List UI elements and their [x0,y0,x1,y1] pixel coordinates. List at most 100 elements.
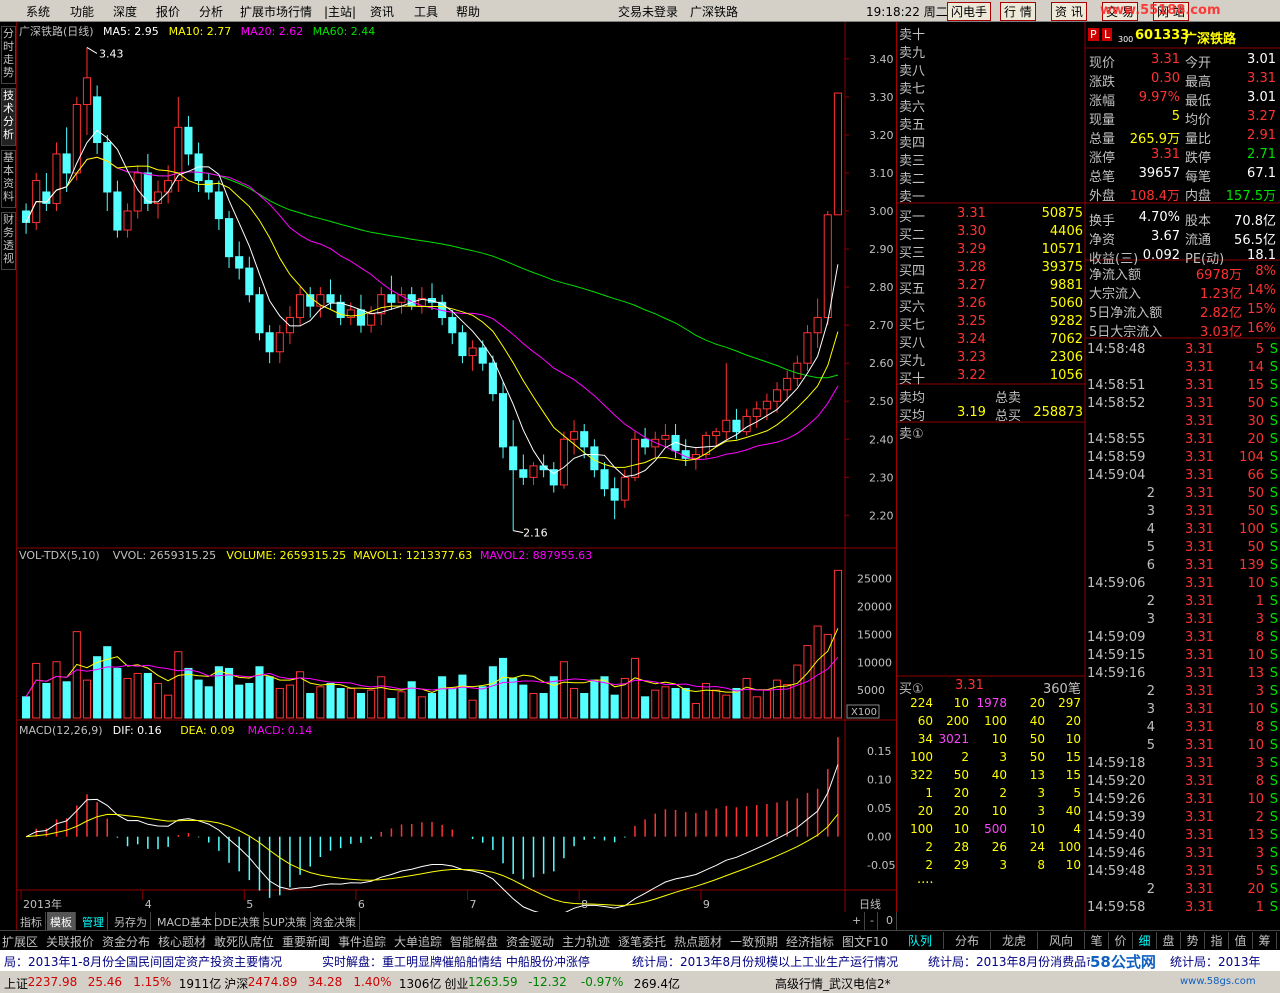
right-tab-3[interactable]: 风向 [1038,932,1085,949]
volume-bar [772,679,782,719]
nav-tab-3[interactable]: 核心题材 [158,933,206,950]
tab-dde[interactable]: DDE决策 [211,912,264,930]
tab-sup[interactable]: SUP决策 [260,912,311,930]
x-axis-label: 7 [470,898,477,911]
info-button[interactable]: 资 讯 [1051,2,1087,21]
volume-bar [458,674,467,719]
candle-down [113,191,122,231]
volume-bar [275,687,284,719]
index-field-5: 沪深 [224,977,249,991]
queue-order: 10 [1029,822,1045,836]
nav-tab-12[interactable]: 热点题材 [674,933,722,950]
detail-tab-3[interactable]: 盘 [1157,932,1181,949]
flow-label: 大宗流入 [1089,287,1142,302]
tab-save-as[interactable]: 另存为 [111,912,151,930]
macd-legend-3: MACD: 0.14 [248,724,313,737]
nav-tab-13[interactable]: 一致预期 [730,933,778,950]
nav-tab-14[interactable]: 经济指标 [786,933,834,950]
kline-chart[interactable]: 广深铁路(日线) MA5: 2.95 MA10: 2.77 MA20: 2.62 MA6… [17,22,897,918]
tick-time: 4 [1146,720,1155,735]
menu-tools[interactable]: 工具 [414,3,438,20]
nav-tab-7[interactable]: 大单追踪 [394,933,442,950]
queue-order: 20 [1065,714,1081,728]
zoom-reset[interactable]: 0 [883,912,897,930]
flash-trade-button[interactable]: 闪电手 [947,2,992,21]
tick-flag: S [1269,342,1278,357]
news-item-2[interactable]: 统计局：2013年8月份规模以上工业生产运行情况 [632,953,898,970]
tab-fundamentals[interactable]: 基本资料 [1,150,16,208]
nav-tab-15[interactable]: 图文F10 [842,933,888,950]
nav-tab-8[interactable]: 智能解盘 [450,933,498,950]
nav-tab-1[interactable]: 关联报价 [46,933,94,950]
nav-tab-10[interactable]: 主力轨迹 [562,933,610,950]
quote-value: 39657 [1138,166,1180,181]
queue-order: 4 [1073,822,1081,836]
detail-tab-5[interactable]: 指 [1205,932,1229,949]
menu-extended-market[interactable]: 扩展市场行情 [240,3,312,20]
menu-system[interactable]: 系统 [26,3,50,20]
tick-time: 14:59:06 [1087,576,1146,591]
nav-tab-2[interactable]: 资金分布 [102,933,150,950]
tab-indicator[interactable]: 指标 [17,912,46,930]
menu-function[interactable]: 功能 [70,3,94,20]
candle-up [783,377,792,391]
detail-tab-0[interactable]: 笔 [1085,932,1109,949]
right-tab-0[interactable]: 队列 [897,932,944,949]
queue-order: 40 [1065,804,1081,818]
menu-quote[interactable]: 报价 [156,3,180,20]
flow-label: 5日大宗流入 [1089,325,1163,340]
nav-tab-0[interactable]: 扩展区 [2,933,38,950]
tick-price: 3.31 [1185,576,1214,591]
tab-template[interactable]: 模板 [47,912,76,930]
tick-price: 3.31 [1185,720,1214,735]
queue-order: 10 [991,804,1007,818]
news-item-1[interactable]: 实时解盘：重工明显牌催船舶情结 中船股份冲涨停 [322,953,590,970]
detail-tab-7[interactable]: 筹 [1253,932,1277,949]
tab-macd-basic[interactable]: MACD基本 [154,912,216,930]
tab-intraday[interactable]: 分时走势 [1,26,16,84]
tab-technical[interactable]: 技术分析 [1,88,16,146]
tab-manage[interactable]: 管理 [79,912,108,930]
menu-news[interactable]: 资讯 [370,3,394,20]
detail-tab-6[interactable]: 值 [1229,932,1253,949]
detail-tab-1[interactable]: 价 [1109,932,1133,949]
detail-tab-2[interactable]: 细 [1133,932,1157,949]
price-tick-label: 2.40 [869,433,894,446]
nav-tab-9[interactable]: 资金驱动 [506,933,554,950]
nav-tab-6[interactable]: 事件追踪 [338,933,386,950]
tick-volume: 30 [1247,414,1264,429]
tab-fund-decision[interactable]: 资金决策 [309,912,360,930]
menu-analysis[interactable]: 分析 [199,3,223,20]
volume-bar [356,692,366,719]
news-item-4[interactable]: 统计局：2013年 [1170,953,1261,970]
zoom-minus[interactable]: - [867,912,878,930]
tick-volume: 10 [1247,576,1264,591]
menu-main-station[interactable]: |主站| [324,3,356,20]
nav-tab-11[interactable]: 逐笔委托 [618,933,666,950]
candle-up [570,431,579,440]
candle-down [265,332,274,353]
macd-tick-label: 0.05 [867,802,892,815]
menu-depth[interactable]: 深度 [113,3,137,20]
quote-value: 3.67 [1151,229,1180,244]
queue-order: 26 [991,840,1007,854]
tick-volume: 8 [1255,720,1264,735]
nav-tab-5[interactable]: 重要新闻 [282,933,330,950]
news-item-0[interactable]: 局：2013年1-8月份全国民间固定资产投资主要情况 [4,953,282,970]
sell-level-label: 卖七 [899,82,926,97]
news-ticker[interactable]: 局：2013年1-8月份全国民间固定资产投资主要情况 实时解盘：重工明显牌催船舶情… [0,950,1280,971]
market-button[interactable]: 行 情 [1000,2,1036,21]
zoom-plus[interactable]: + [849,912,866,930]
buy-level-price: 3.27 [957,278,986,293]
nav-tab-4[interactable]: 敢死队席位 [214,933,274,950]
tick-volume: 13 [1247,666,1264,681]
candle-up [762,400,771,410]
chart-area[interactable]: 广深铁路(日线) MA5: 2.95 MA10: 2.77 MA20: 2.62 MA6… [17,22,897,918]
candle-down [387,294,396,303]
tick-flag: S [1269,396,1278,411]
detail-tab-4[interactable]: 势 [1181,932,1205,949]
right-tab-2[interactable]: 龙虎 [991,932,1038,949]
menu-help[interactable]: 帮助 [456,3,480,20]
tab-financials[interactable]: 财务透视 [1,212,16,270]
right-tab-1[interactable]: 分布 [944,932,991,949]
